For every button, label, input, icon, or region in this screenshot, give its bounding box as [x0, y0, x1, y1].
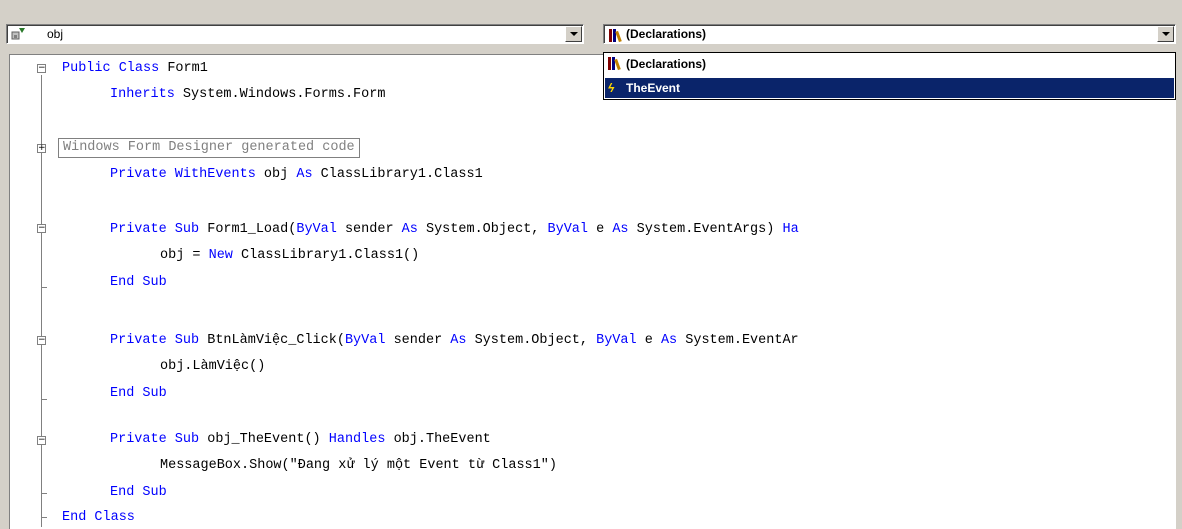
code-line-11: obj.LàmViệc() — [160, 359, 266, 374]
outline-end-marker — [41, 517, 47, 518]
member-dropdown-list: (Declarations) ϟ TheEvent — [603, 52, 1176, 100]
code-line-16: End Sub — [110, 485, 167, 500]
code-line-14: Private Sub obj_TheEvent() Handles obj.T… — [110, 432, 491, 447]
collapse-icon[interactable]: − — [37, 436, 46, 445]
event-icon: ϟ — [608, 81, 615, 95]
dropdown-item-theevent[interactable]: ϟ TheEvent — [605, 78, 1174, 98]
member-combo-value: (Declarations) — [626, 27, 707, 41]
code-line-15: MessageBox.Show("Đang xử lý một Event từ… — [160, 458, 557, 473]
collapse-icon[interactable]: − — [37, 224, 46, 233]
code-line-4: Private WithEvents obj As ClassLibrary1.… — [110, 167, 483, 182]
member-combo-dropdown-button[interactable] — [1157, 26, 1174, 42]
code-line-1: Public Class Form1 — [62, 61, 208, 76]
collapsed-region[interactable]: Windows Form Designer generated code — [58, 138, 360, 158]
editor-right-edge — [1176, 54, 1182, 529]
code-line-7: obj = New ClassLibrary1.Class1() — [160, 248, 420, 263]
collapse-icon[interactable]: − — [37, 336, 46, 345]
code-line-2: Inherits System.Windows.Forms.Form — [110, 87, 386, 102]
code-line-12: End Sub — [110, 386, 167, 401]
code-editor[interactable]: − + − − − Public Class Form1 Inherits Sy… — [9, 54, 1182, 529]
object-combo-dropdown-button[interactable] — [565, 26, 582, 42]
code-line-8: End Sub — [110, 275, 167, 290]
declarations-icon — [609, 28, 625, 43]
object-combo[interactable]: obj — [6, 24, 584, 44]
dropdown-item-declarations[interactable]: (Declarations) — [605, 54, 1174, 74]
member-combo[interactable]: (Declarations) — [603, 24, 1176, 44]
object-combo-value: obj — [47, 27, 64, 41]
declarations-icon — [608, 56, 624, 71]
object-icon — [11, 27, 27, 41]
code-editor-toolbar: obj (Declarations) — [0, 0, 1182, 54]
chevron-down-icon — [1162, 32, 1170, 36]
code-line-10: Private Sub BtnLàmViệc_Click(ByVal sende… — [110, 333, 799, 348]
chevron-down-icon — [570, 32, 578, 36]
expand-icon[interactable]: + — [37, 144, 46, 153]
code-line-6: Private Sub Form1_Load(ByVal sender As S… — [110, 222, 799, 237]
outline-end-marker — [41, 493, 47, 494]
outline-end-marker — [41, 287, 47, 288]
code-line-17: End Class — [62, 510, 135, 525]
collapse-icon[interactable]: − — [37, 64, 46, 73]
outline-end-marker — [41, 399, 47, 400]
